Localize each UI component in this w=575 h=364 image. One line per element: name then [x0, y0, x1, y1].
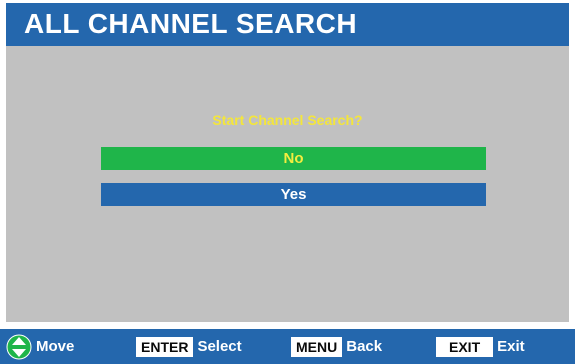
move-arrows-icon — [6, 334, 32, 359]
hint-exit-label: Exit — [497, 338, 525, 355]
exit-key-icon: EXIT — [436, 336, 494, 357]
enter-key-icon: ENTER — [136, 336, 194, 357]
page-title: ALL CHANNEL SEARCH — [24, 8, 358, 39]
hint-move-label: Move — [36, 338, 75, 355]
hint-select-label: Select — [197, 338, 242, 355]
option-yes-button[interactable]: Yes — [101, 183, 486, 206]
hint-menu: MENU Back — [291, 329, 382, 364]
menu-key-icon: MENU — [291, 336, 343, 357]
option-no-button[interactable]: No — [101, 147, 486, 170]
footer-hint-bar: Move ENTER Select MENU Back EXIT Exit — [0, 329, 575, 364]
prompt-text: Start Channel Search? — [212, 112, 363, 128]
option-no-label: No — [283, 150, 304, 167]
hint-back-label: Back — [346, 338, 383, 355]
title-bar: ALL CHANNEL SEARCH — [6, 3, 569, 46]
dialog-panel: Start Channel Search? No Yes — [6, 46, 569, 322]
hint-move: Move — [6, 329, 74, 364]
hint-enter: ENTER Select — [136, 329, 242, 364]
hint-exit: EXIT Exit — [436, 329, 525, 364]
option-yes-label: Yes — [280, 186, 307, 203]
tv-menu-screen: ALL CHANNEL SEARCH Start Channel Search?… — [0, 0, 575, 364]
